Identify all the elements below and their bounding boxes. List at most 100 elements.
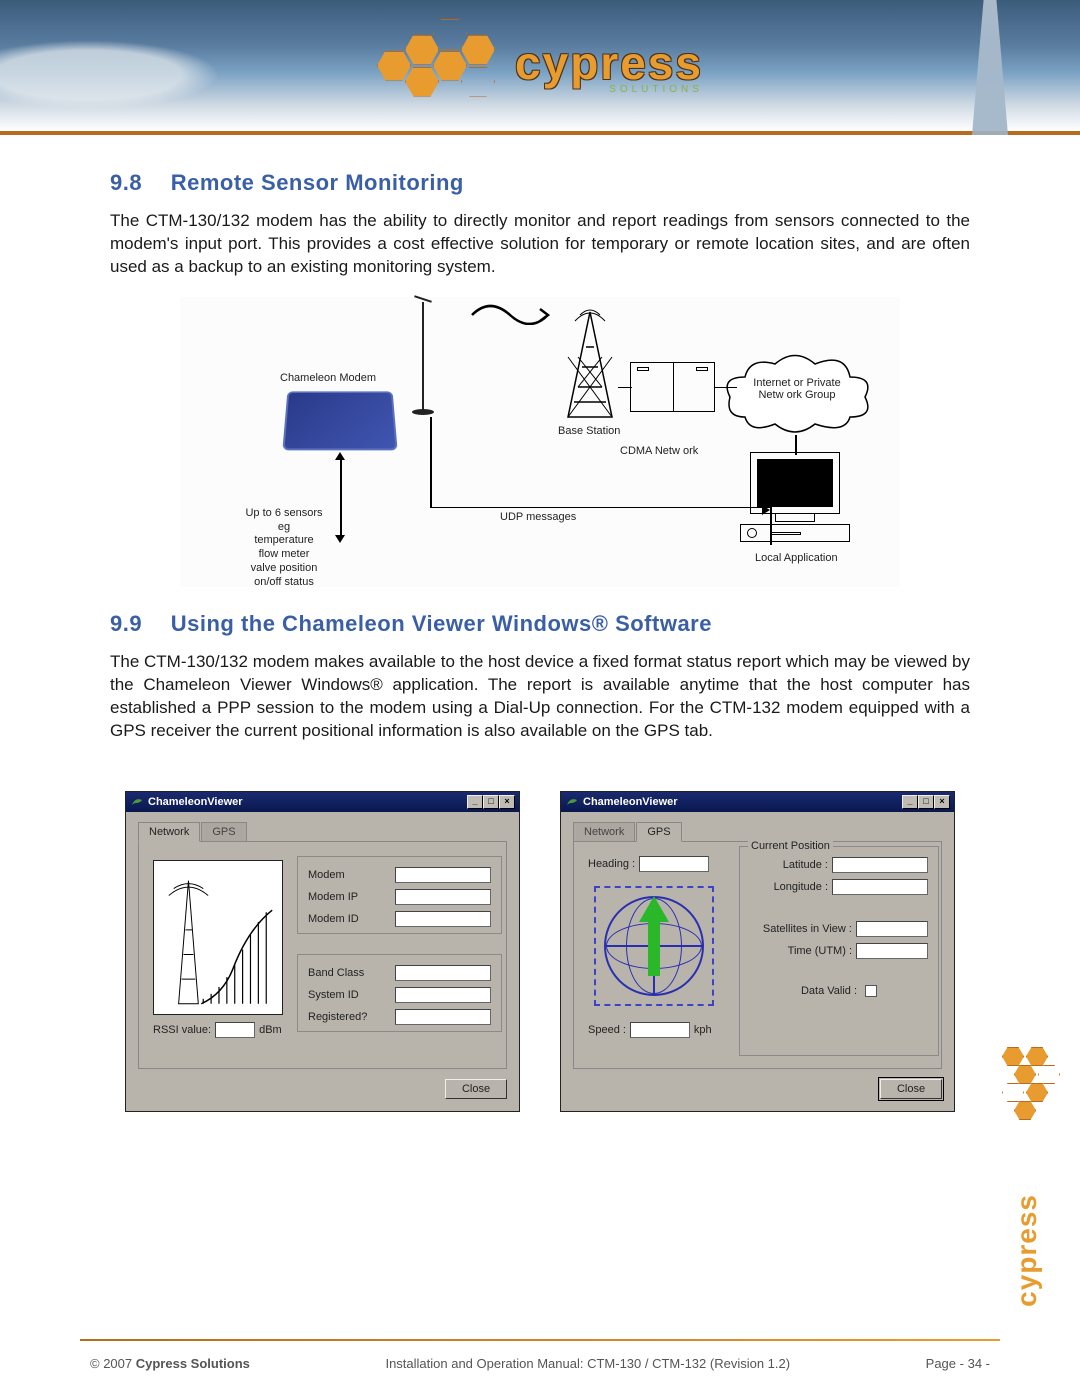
time-label: Time (UTM) : (788, 945, 852, 957)
section-98-heading: 9.8 Remote Sensor Monitoring (110, 170, 970, 196)
longitude-label: Longitude : (774, 881, 828, 893)
speed-label: Speed : (588, 1024, 626, 1036)
connector-line (795, 435, 797, 455)
close-window-button[interactable]: × (499, 795, 515, 809)
tab-network[interactable]: Network (573, 822, 635, 842)
page-content: 9.8 Remote Sensor Monitoring The CTM-130… (0, 135, 1080, 1112)
network-groupbox: Band Class System ID Registered? (297, 954, 502, 1032)
minimize-button[interactable]: _ (467, 795, 483, 809)
modem-ip-input[interactable] (395, 889, 491, 905)
tab-strip: Network GPS (138, 822, 507, 842)
modem-id-input[interactable] (395, 911, 491, 927)
connector-line (770, 507, 772, 545)
base-station-icon (560, 307, 620, 422)
antenna-icon (422, 302, 424, 412)
maximize-button[interactable]: □ (483, 795, 499, 809)
longitude-input[interactable] (832, 879, 928, 895)
heading-label: Heading : (588, 858, 635, 870)
latitude-input[interactable] (832, 857, 928, 873)
modem-ip-label: Modem IP (308, 891, 358, 903)
modem-input[interactable] (395, 867, 491, 883)
diagram-label-cdma: CDMA Netw ork (620, 445, 698, 459)
banner-cloud-deco (0, 40, 220, 110)
section-99-title: Using the Chameleon Viewer Windows® Soft… (171, 611, 712, 636)
close-button[interactable]: Close (880, 1079, 942, 1099)
hex-cluster-icon (377, 31, 497, 101)
modem-groupbox: Modem Modem IP Modem ID (297, 856, 502, 934)
connector-line (715, 387, 737, 389)
band-class-input[interactable] (395, 965, 491, 981)
heading-arrow-icon (641, 896, 667, 976)
tab-gps[interactable]: GPS (201, 822, 246, 842)
registered-label: Registered? (308, 1011, 367, 1023)
computer-icon (740, 452, 850, 547)
window-controls: _ □ × (467, 795, 515, 809)
network-diagram: Chameleon Modem Base Station CDMA Netw o… (180, 297, 900, 587)
brand-logo: cypress SOLUTIONS (377, 31, 703, 101)
diagram-label-modem: Chameleon Modem (280, 372, 376, 386)
current-position-groupbox: Current Position Latitude : Longitude : … (739, 846, 939, 1056)
connector-line (430, 507, 770, 509)
speed-row: Speed : kph (588, 1022, 712, 1038)
registered-input[interactable] (395, 1009, 491, 1025)
side-brand-wordmark: cypress (1011, 1194, 1043, 1307)
tab-gps[interactable]: GPS (636, 822, 681, 842)
tab-network[interactable]: Network (138, 822, 200, 842)
window-titlebar: ChameleonViewer _ □ × (126, 792, 519, 812)
app-window-network: ChameleonViewer _ □ × Network GPS (125, 791, 520, 1112)
side-brand-logo: cypress (992, 1047, 1062, 1307)
diagram-label-udp: UDP messages (500, 511, 576, 525)
signal-strength-graphic (153, 860, 283, 1015)
page-footer: © 2007 Cypress Solutions Installation an… (90, 1356, 990, 1371)
tower-icon (930, 0, 1050, 135)
tab-strip: Network GPS (573, 822, 942, 842)
section-98-paragraph: The CTM-130/132 modem has the ability to… (110, 210, 970, 279)
current-position-legend: Current Position (748, 840, 833, 852)
compass-globe-icon (594, 886, 714, 1006)
rssi-row: RSSI value: dBm (153, 1022, 282, 1038)
maximize-button[interactable]: □ (918, 795, 934, 809)
footer-center: Installation and Operation Manual: CTM-1… (385, 1356, 790, 1371)
app-window-gps: ChameleonViewer _ □ × Network GPS Headin… (560, 791, 955, 1112)
section-99-heading: 9.9 Using the Chameleon Viewer Windows® … (110, 611, 970, 637)
data-valid-checkbox[interactable] (865, 985, 877, 997)
switch-icon (630, 362, 715, 412)
antenna-base-icon (412, 409, 434, 415)
section-98-title: Remote Sensor Monitoring (171, 170, 464, 195)
modem-label: Modem (308, 869, 345, 881)
data-valid-label: Data Valid : (801, 985, 857, 997)
modem-icon (282, 391, 397, 450)
chameleon-icon (565, 795, 579, 809)
chameleon-icon (130, 795, 144, 809)
arrowhead-icon (335, 452, 345, 460)
footer-copyright: © 2007 Cypress Solutions (90, 1356, 250, 1371)
band-class-label: Band Class (308, 967, 364, 979)
connector-line (618, 387, 632, 389)
modem-id-label: Modem ID (308, 913, 359, 925)
window-controls: _ □ × (902, 795, 950, 809)
footer-divider (80, 1339, 1000, 1341)
window-title: ChameleonViewer (583, 796, 678, 808)
diagram-label-localapp: Local Application (755, 552, 838, 566)
window-title: ChameleonViewer (148, 796, 243, 808)
speed-unit: kph (694, 1024, 712, 1036)
speed-input[interactable] (630, 1022, 690, 1038)
diagram-label-cloud: Internet or Private Netw ork Group (732, 377, 862, 401)
footer-page: Page - 34 - (926, 1356, 990, 1371)
rssi-unit: dBm (259, 1024, 282, 1036)
diagram-label-sensors: Up to 6 sensors eg temperature flow mete… (224, 507, 344, 590)
close-window-button[interactable]: × (934, 795, 950, 809)
system-id-input[interactable] (395, 987, 491, 1003)
close-button[interactable]: Close (445, 1079, 507, 1099)
rssi-input[interactable] (215, 1022, 255, 1038)
sat-input[interactable] (856, 921, 928, 937)
diagram-label-basestation: Base Station (558, 425, 620, 439)
arrowhead-icon (762, 505, 770, 515)
sat-label: Satellites in View : (763, 923, 852, 935)
latitude-label: Latitude : (783, 859, 828, 871)
page-banner: cypress SOLUTIONS (0, 0, 1080, 135)
time-input[interactable] (856, 943, 928, 959)
screenshot-row: ChameleonViewer _ □ × Network GPS (110, 791, 970, 1112)
minimize-button[interactable]: _ (902, 795, 918, 809)
heading-input[interactable] (639, 856, 709, 872)
